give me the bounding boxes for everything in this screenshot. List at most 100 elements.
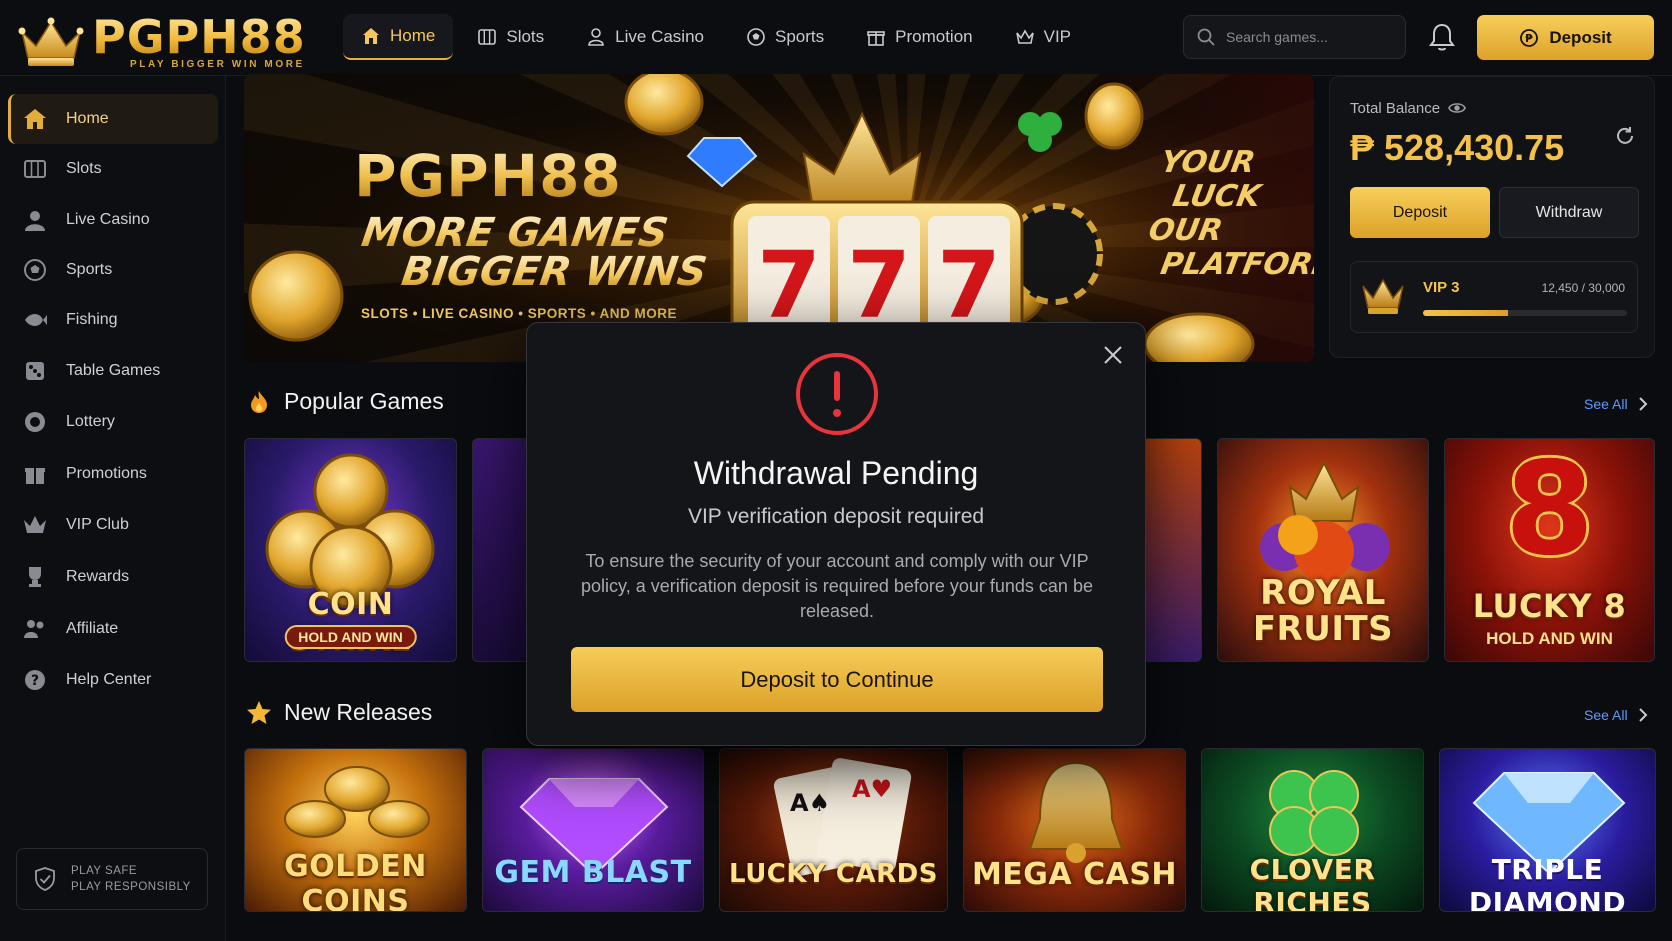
modal-title: Withdrawal Pending [693, 455, 979, 491]
game-card-clover-riches[interactable]: CLOVER RICHES [1201, 748, 1424, 912]
home-icon [363, 28, 379, 44]
balance-deposit-button[interactable]: Deposit [1350, 187, 1490, 238]
sidebar-item-label: Slots [66, 160, 102, 177]
popular-see-all-link[interactable]: See All [1584, 396, 1648, 412]
releases-see-all-link[interactable]: See All [1584, 707, 1648, 723]
sidebar-item-label: Lottery [66, 413, 115, 430]
game-card-triple-diamond[interactable]: TRIPLE DIAMOND [1439, 748, 1656, 912]
coin-decor [248, 250, 344, 342]
modal-message: To ensure the security of your account a… [581, 551, 1093, 621]
main-nav: Home Slots Live Casino Sports Promotion … [343, 14, 1089, 60]
nav-promotion-label: Promotion [895, 27, 973, 46]
gift-icon [25, 468, 45, 484]
fire-icon [251, 390, 267, 413]
search-input[interactable] [1226, 29, 1396, 45]
brand-name: PGPH88 [92, 10, 306, 64]
game-name: LUCKY CARDS [729, 859, 938, 889]
game-badge: HOLD AND WIN [284, 625, 417, 649]
banner-line2: BIGGER WINS [398, 249, 710, 295]
game-card-gem-blast[interactable]: GEM BLAST [482, 748, 704, 912]
sidebar-item-live-casino[interactable]: Live Casino [8, 195, 218, 245]
sidebar-item-help-center[interactable]: ? Help Center [8, 655, 218, 705]
sidebar-item-promotions[interactable]: Promotions [8, 449, 218, 499]
fish-icon [25, 314, 47, 326]
alert-icon [796, 353, 878, 435]
diamond-decor [686, 137, 758, 188]
dealer-icon [25, 211, 45, 231]
vip-progress-text: 12,450 / 30,000 [1541, 281, 1625, 295]
game-card-royal-fruits[interactable]: ROYAL FRUITS [1217, 438, 1429, 662]
vip-level: VIP 3 [1423, 279, 1460, 296]
nav-live-casino-label: Live Casino [615, 27, 704, 46]
svg-text:?: ? [31, 673, 39, 689]
sidebar-item-vip-club[interactable]: VIP Club [8, 500, 218, 550]
play-safe-line2: PLAY RESPONSIBLY [71, 881, 191, 893]
sidebar-item-fishing[interactable]: Fishing [8, 295, 218, 345]
chevron-right-icon [1638, 397, 1648, 411]
new-releases-heading: New Releases [246, 699, 432, 726]
nav-slots[interactable]: Slots [459, 14, 562, 60]
promo-banner[interactable]: 7 7 7 PGPH88 MORE GAMES BIGGER WINS SLOT… [244, 74, 1314, 362]
game-name: LUCKY 8 [1472, 587, 1627, 625]
nav-vip-label: VIP [1043, 27, 1072, 46]
coin-decor [624, 74, 704, 136]
game-card-coin-strike[interactable]: COIN STRIKE HOLD AND WIN [244, 438, 457, 662]
vip-progress-box[interactable]: VIP 3 12,450 / 30,000 [1350, 261, 1638, 333]
sidebar-item-home[interactable]: Home [8, 94, 218, 144]
popular-games-heading: Popular Games [246, 388, 444, 415]
soccer-ball-icon [747, 28, 765, 46]
nav-vip[interactable]: VIP [997, 14, 1089, 60]
game-name: ROYAL FRUITS [1218, 575, 1428, 647]
sidebar-item-label: Table Games [66, 362, 161, 379]
header-deposit-button[interactable]: ₱ Deposit [1477, 15, 1654, 60]
notification-bell-icon[interactable] [1428, 22, 1456, 52]
game-card-mega-cash[interactable]: MEGA CASH [963, 748, 1186, 912]
sidebar-item-affiliate[interactable]: Affiliate [8, 604, 218, 654]
game-card-hidden[interactable] [1140, 438, 1202, 662]
sidebar-item-label: Affiliate [66, 620, 119, 637]
deposit-to-continue-button[interactable]: Deposit to Continue [571, 647, 1103, 712]
search-box[interactable] [1183, 15, 1406, 59]
eye-icon[interactable] [1448, 99, 1466, 117]
sidebar-item-label: Live Casino [66, 211, 150, 228]
play-safe-text: PLAY SAFE PLAY RESPONSIBLY [71, 863, 191, 895]
sidebar-item-label: Promotions [66, 465, 147, 482]
nav-home[interactable]: Home [343, 14, 454, 60]
balance-card: Total Balance ₱ 528,430.75 Deposit Withd… [1329, 76, 1655, 358]
slogan-word: OUR [1146, 213, 1226, 248]
nav-sports-label: Sports [774, 27, 825, 46]
star-icon [247, 700, 271, 724]
balance-label-text: Total Balance [1350, 99, 1441, 117]
slot-machine-icon [24, 160, 46, 178]
vip-crown-icon [1362, 278, 1404, 314]
game-name: TRIPLE DIAMOND [1468, 853, 1627, 912]
play-safe-line1: PLAY SAFE [71, 865, 138, 877]
sidebar-item-slots[interactable]: Slots [8, 144, 218, 194]
crown-icon [24, 516, 46, 533]
game-card-lucky-cards[interactable]: A♠ A♥ LUCKY CARDS [719, 748, 948, 912]
sidebar-item-table-games[interactable]: Table Games [8, 346, 218, 396]
game-name: GEM BLAST [494, 855, 692, 890]
game-card-golden-coins[interactable]: GOLDEN COINS [244, 748, 467, 912]
sidebar-item-label: Rewards [66, 568, 130, 585]
close-icon[interactable] [1101, 343, 1125, 367]
balance-withdraw-button[interactable]: Withdraw [1499, 187, 1639, 238]
nav-home-label: Home [390, 26, 436, 45]
sidebar-item-lottery[interactable]: Lottery [8, 397, 218, 447]
sidebar-item-rewards[interactable]: Rewards [8, 552, 218, 602]
refresh-icon[interactable] [1614, 125, 1636, 147]
game-card-lucky-8[interactable]: 8 LUCKY 8 HOLD AND WIN [1444, 438, 1655, 662]
brand-logo[interactable]: PGPH88 PLAY BIGGER WIN MORE [18, 12, 318, 70]
slogan-word: PLATFORM [1158, 247, 1314, 282]
slots-icon [478, 29, 497, 45]
nav-live-casino[interactable]: Live Casino [568, 14, 722, 60]
new-releases-title: New Releases [284, 699, 433, 725]
modal-subtitle: VIP verification deposit required [687, 505, 985, 528]
crown-logo-icon [18, 17, 84, 66]
nav-promotion[interactable]: Promotion [848, 14, 990, 60]
sidebar-item-sports[interactable]: Sports [8, 245, 218, 295]
nav-sports[interactable]: Sports [728, 14, 842, 60]
nav-slots-label: Slots [506, 27, 545, 46]
game-card-hidden[interactable] [472, 438, 532, 662]
sidebar-item-label: VIP Club [66, 516, 129, 533]
